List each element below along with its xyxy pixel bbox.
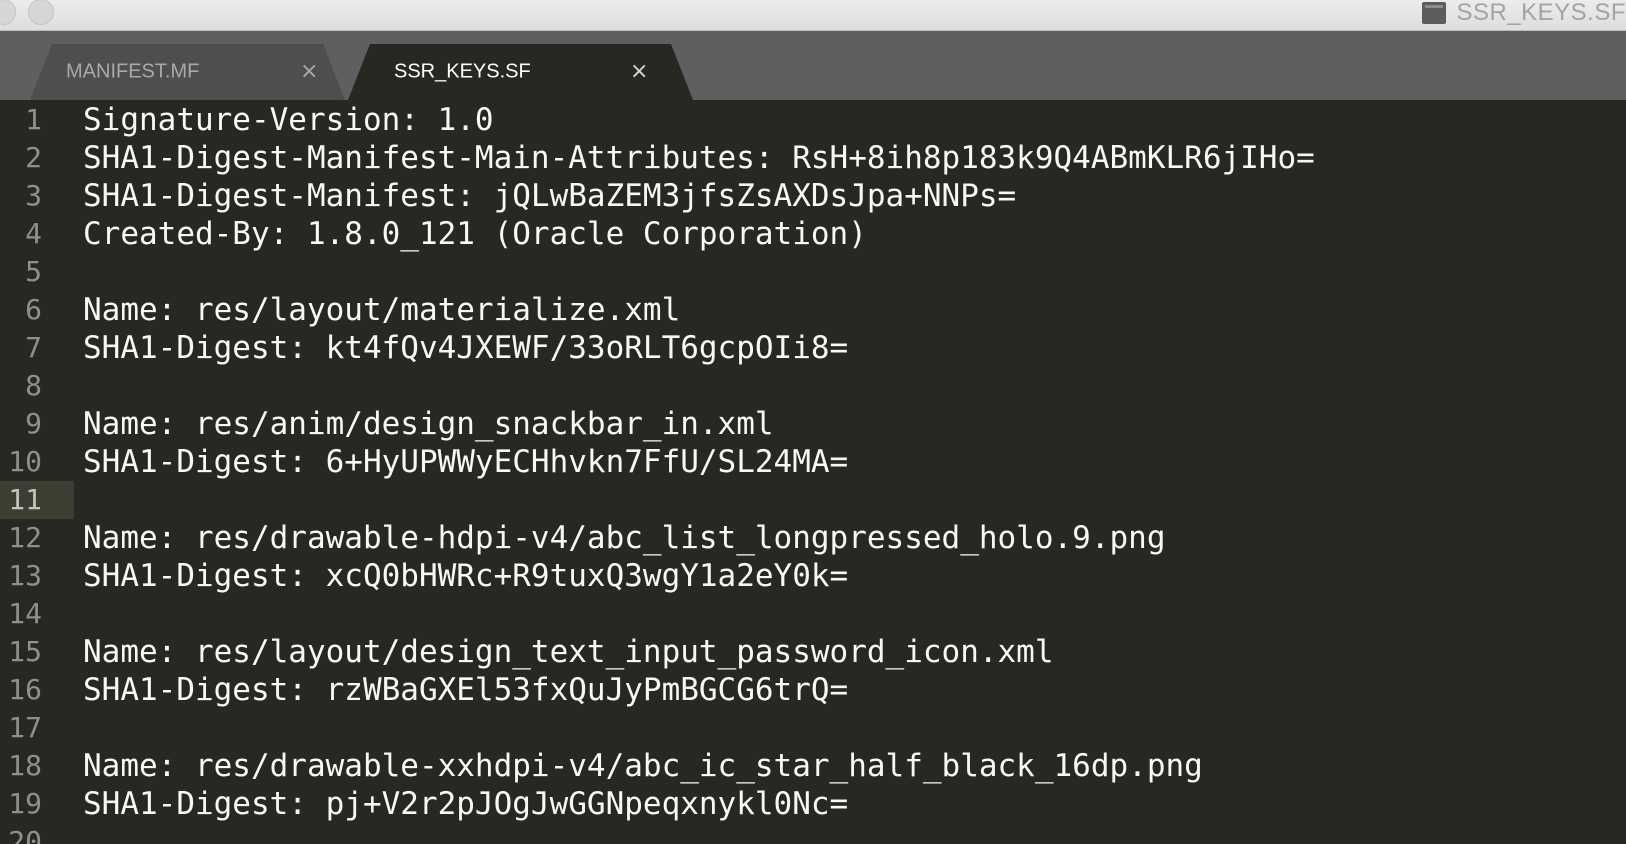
code-line[interactable]: 3 SHA1-Digest-Manifest: jQLwBaZEM3jfsZsAX… (0, 177, 1626, 215)
line-number: 2 (25, 141, 42, 174)
code-text: Name: res/layout/materialize.xml (83, 292, 681, 328)
code-text: SHA1-Digest-Manifest: jQLwBaZEM3jfsZsAXD… (83, 178, 1017, 214)
tab-ssr-keys-sf[interactable]: SSR_KEYS.SF × (348, 44, 693, 100)
code-text: Name: res/drawable-hdpi-v4/abc_list_long… (83, 520, 1166, 556)
line-number: 14 (8, 597, 42, 630)
code-text: SHA1-Digest: 6+HyUPWWyECHhvkn7FfU/SL24MA… (83, 444, 849, 480)
line-number: 11 (8, 483, 42, 516)
line-number: 12 (8, 521, 42, 554)
line-number: 7 (25, 331, 42, 364)
tab-bar: MANIFEST.MF × SSR_KEYS.SF × (0, 31, 1626, 100)
code-line[interactable]: 18 Name: res/drawable-xxhdpi-v4/abc_ic_st… (0, 747, 1626, 785)
tab-close-icon[interactable]: × (300, 59, 318, 84)
code-line[interactable]: 1 Signature-Version: 1.0 (0, 101, 1626, 139)
code-line[interactable]: 13 SHA1-Digest: xcQ0bHWRc+R9tuxQ3wgY1a2eY… (0, 557, 1626, 595)
window-title-group: SSR_KEYS.SF (1422, 0, 1626, 26)
line-number: 9 (25, 407, 42, 440)
code-text: SHA1-Digest: pj+V2r2pJOgJwGGNpeqxnykl0Nc… (83, 786, 849, 822)
minimize-window-button[interactable] (28, 0, 54, 25)
code-line[interactable]: 7 SHA1-Digest: kt4fQv4JXEWF/33oRLT6gcpOIi… (0, 329, 1626, 367)
tab-close-icon[interactable]: × (630, 59, 648, 84)
line-number: 20 (8, 825, 42, 844)
code-text: SHA1-Digest: xcQ0bHWRc+R9tuxQ3wgY1a2eY0k… (83, 558, 849, 594)
code-text: SHA1-Digest-Manifest-Main-Attributes: Rs… (83, 140, 1315, 176)
code-line[interactable]: 4 Created-By: 1.8.0_121 (Oracle Corporati… (0, 215, 1626, 253)
code-text: Name: res/anim/design_snackbar_in.xml (83, 406, 774, 442)
line-number: 17 (8, 711, 42, 744)
line-number: 19 (8, 787, 42, 820)
line-number: 8 (25, 369, 42, 402)
line-number: 18 (8, 749, 42, 782)
line-number: 1 (25, 103, 42, 136)
code-line[interactable]: 11 (0, 481, 1626, 519)
code-line[interactable]: 15 Name: res/layout/design_text_input_pas… (0, 633, 1626, 671)
code-line[interactable]: 6 Name: res/layout/materialize.xml (0, 291, 1626, 329)
window-title: SSR_KEYS.SF (1456, 0, 1626, 26)
code-text: Name: res/drawable-xxhdpi-v4/abc_ic_star… (83, 748, 1203, 784)
code-editor[interactable]: 1 Signature-Version: 1.0 2 SHA1-Digest-Mani… (0, 100, 1626, 844)
tab-label: SSR_KEYS.SF (394, 60, 531, 83)
code-line[interactable]: 19 SHA1-Digest: pj+V2r2pJOgJwGGNpeqxnykl0… (0, 785, 1626, 823)
tab-manifest-mf[interactable]: MANIFEST.MF × (30, 44, 345, 100)
code-line[interactable]: 8 (0, 367, 1626, 405)
line-number: 3 (25, 179, 42, 212)
code-line[interactable]: 5 (0, 253, 1626, 291)
code-line[interactable]: 12 Name: res/drawable-hdpi-v4/abc_list_lo… (0, 519, 1626, 557)
code-line[interactable]: 14 (0, 595, 1626, 633)
tab-label: MANIFEST.MF (66, 60, 200, 83)
code-line[interactable]: 16 SHA1-Digest: rzWBaGXEl53fxQuJyPmBGCG6t… (0, 671, 1626, 709)
line-number: 6 (25, 293, 42, 326)
code-text: Name: res/layout/design_text_input_passw… (83, 634, 1054, 670)
code-text: SHA1-Digest: kt4fQv4JXEWF/33oRLT6gcpOIi8… (83, 330, 849, 366)
close-window-button[interactable] (0, 0, 16, 25)
title-bar: SSR_KEYS.SF (0, 0, 1626, 31)
code-line[interactable]: 10 SHA1-Digest: 6+HyUPWWyECHhvkn7FfU/SL24… (0, 443, 1626, 481)
line-number: 10 (8, 445, 42, 478)
editor-window: SSR_KEYS.SF MANIFEST.MF × SSR_KEYS.SF × … (0, 0, 1626, 844)
code-line[interactable]: 2 SHA1-Digest-Manifest-Main-Attributes: R… (0, 139, 1626, 177)
line-number: 16 (8, 673, 42, 706)
code-text: Created-By: 1.8.0_121 (Oracle Corporatio… (83, 216, 867, 252)
document-icon (1422, 2, 1447, 24)
line-number: 15 (8, 635, 42, 668)
code-text: Signature-Version: 1.0 (83, 102, 494, 138)
code-line[interactable]: 20 (0, 823, 1626, 844)
code-text: SHA1-Digest: rzWBaGXEl53fxQuJyPmBGCG6trQ… (83, 672, 849, 708)
code-line[interactable]: 9 Name: res/anim/design_snackbar_in.xml (0, 405, 1626, 443)
line-number: 5 (25, 255, 42, 288)
line-number: 4 (25, 217, 42, 250)
line-number: 13 (8, 559, 42, 592)
code-line[interactable]: 17 (0, 709, 1626, 747)
